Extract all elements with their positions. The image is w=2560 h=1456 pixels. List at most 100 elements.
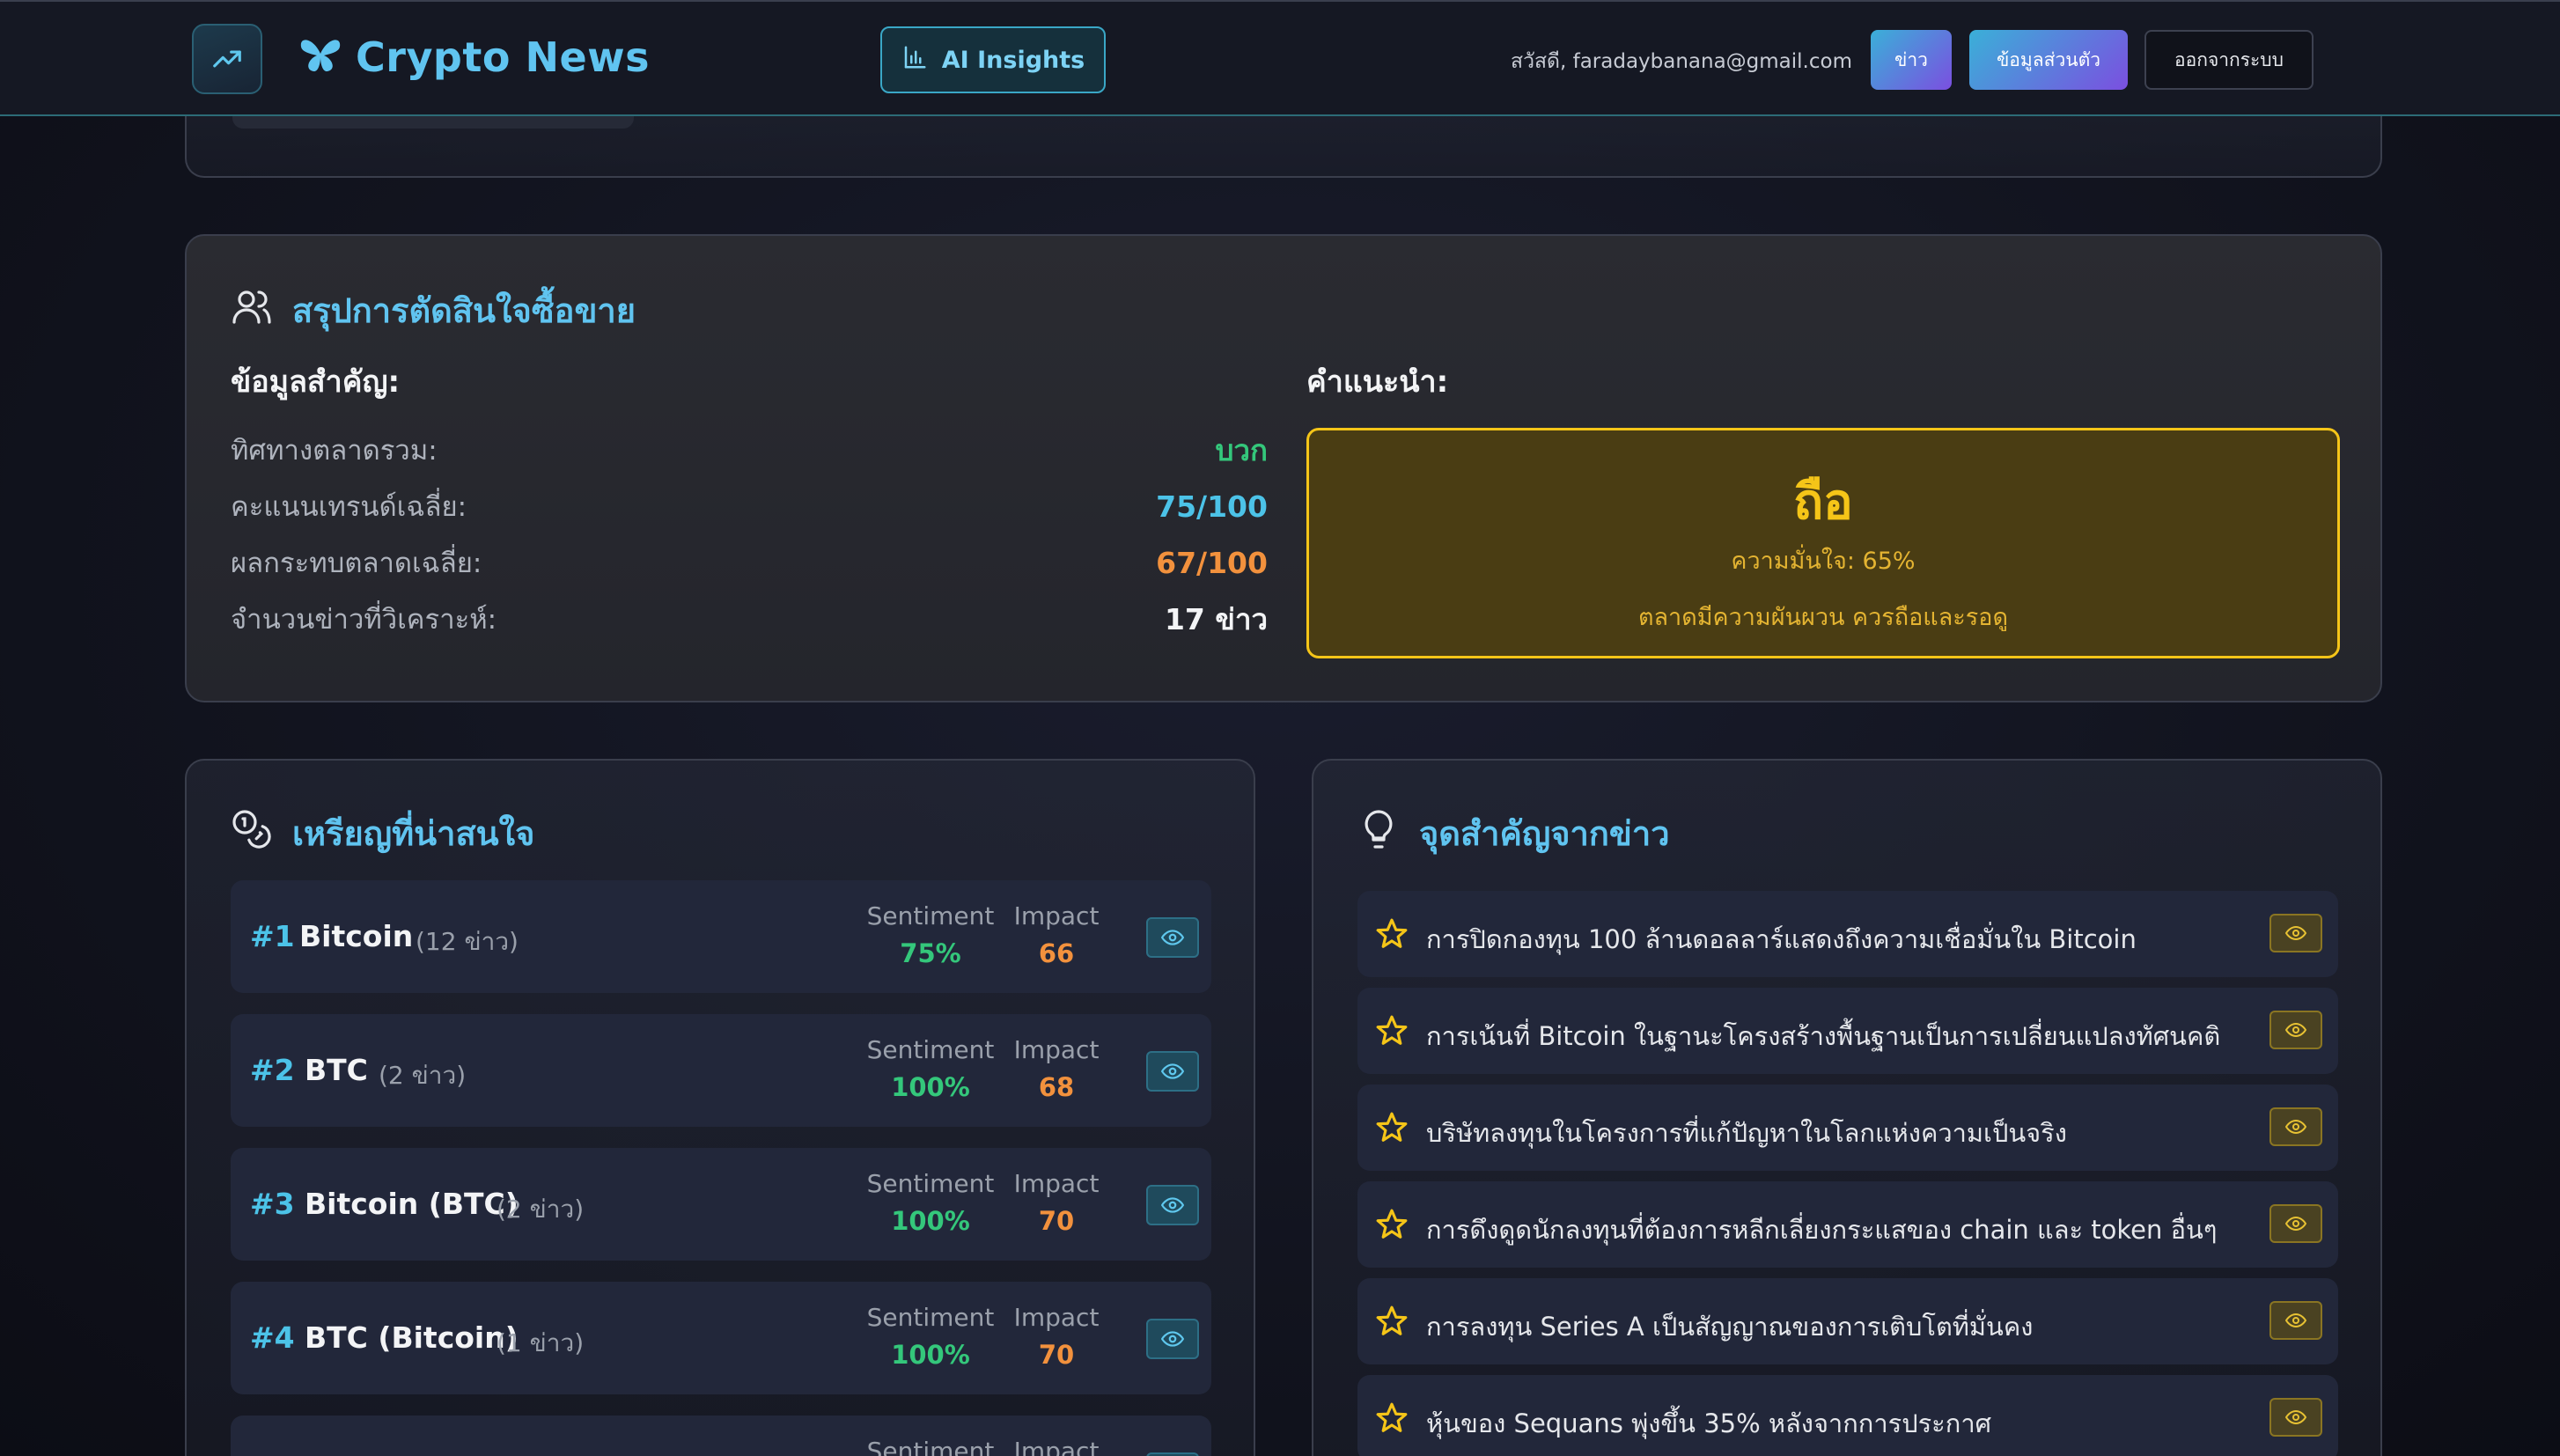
recommendation-heading: คำแนะนำ: (1306, 364, 1449, 400)
coins-icon (231, 808, 273, 858)
view-coin-button[interactable] (1146, 1051, 1199, 1092)
eye-icon (2285, 1313, 2306, 1328)
avg-trend-score-row: คะแนนเทรนด์เฉลี่ย: 75/100 (231, 486, 1268, 526)
lightbulb-icon (1357, 808, 1400, 858)
news-key-points-card: จุดสำคัญจากข่าว การปิดกองทุน 100 ล้านดอล… (1312, 759, 2382, 1456)
view-coin-button[interactable] (1146, 1185, 1199, 1225)
ai-insights-label: AI Insights (941, 46, 1085, 74)
kv-value: 75/100 (1156, 489, 1268, 524)
recommendation-action: ถือ (1793, 474, 1853, 531)
coin-row[interactable]: #4 BTC (Bitcoin) (1 ข่าว) Sentiment 100%… (231, 1282, 1211, 1394)
coin-row[interactable]: #3 Bitcoin (BTC) (2 ข่าว) Sentiment 100%… (231, 1148, 1211, 1261)
key-point-item[interactable]: การลงทุน Series A เป็นสัญญาณของการเติบโต… (1357, 1278, 2338, 1364)
key-info-heading: ข้อมูลสำคัญ: (231, 364, 401, 400)
coins-title-text: เหรียญที่น่าสนใจ (292, 814, 535, 853)
nav-profile-button[interactable]: ข้อมูลส่วนตัว (1969, 30, 2128, 90)
eye-icon (1161, 930, 1184, 945)
kv-value: 67/100 (1156, 545, 1268, 580)
top-navbar: Crypto News AI Insights สวัสดี, faradayb… (0, 0, 2560, 116)
market-direction-row: ทิศทางตลาดรวม: บวก (231, 430, 1268, 470)
recommendation-box: ถือ ความมั่นใจ: 65% ตลาดมีความผันผวน ควร… (1306, 428, 2340, 658)
avg-market-impact-row: ผลกระทบตลาดเฉลี่ย: 67/100 (231, 542, 1268, 583)
view-coin-button[interactable] (1146, 1452, 1199, 1456)
key-point-item[interactable]: การปิดกองทุน 100 ล้านดอลลาร์แสดงถึงความเ… (1357, 891, 2338, 977)
view-coin-button[interactable] (1146, 1319, 1199, 1359)
key-point-item[interactable]: การดึงดูดนักลงทุนที่ต้องการหลีกเลี่ยงกระ… (1357, 1181, 2338, 1268)
eye-icon (2285, 1022, 2306, 1038)
coin-rank: #3 (250, 1187, 295, 1221)
star-icon (1376, 1112, 1408, 1142)
eye-icon (1161, 1197, 1184, 1213)
key-point-item[interactable]: หุ้นของ Sequans พุ่งขึ้น 35% หลังจากการป… (1357, 1375, 2338, 1456)
key-point-text: การเน้นที่ Bitcoin ในฐานะโครงสร้างพื้นฐา… (1426, 1021, 2221, 1051)
key-point-text: การปิดกองทุน 100 ล้านดอลลาร์แสดงถึงความเ… (1426, 924, 2137, 954)
impact-value: 70 (1038, 1340, 1075, 1370)
coin-row[interactable]: #1 Bitcoin (12 ข่าว) Sentiment 75% Impac… (231, 880, 1211, 993)
sentiment-value: 100% (891, 1206, 970, 1236)
coin-name: BTC (305, 1053, 368, 1087)
key-point-text: การดึงดูดนักลงทุนที่ต้องการหลีกเลี่ยงกระ… (1426, 1215, 2218, 1245)
nav-news-button[interactable]: ข่าว (1871, 30, 1952, 90)
coin-news-count: (1 ข่าว) (497, 1328, 585, 1357)
impact-label: Impact (1013, 1169, 1100, 1198)
star-icon (1376, 1015, 1408, 1045)
logout-button[interactable]: ออกจากระบบ (2144, 30, 2314, 90)
kv-value: 17 ข่าว (1164, 601, 1268, 636)
impact-value: 68 (1038, 1072, 1075, 1102)
eye-icon (1161, 1331, 1184, 1347)
trending-up-icon[interactable] (192, 24, 262, 94)
key-points-title: จุดสำคัญจากข่าว (1357, 806, 1670, 860)
impact-label: Impact (1013, 1035, 1100, 1064)
users-icon (231, 285, 273, 335)
eye-icon (2285, 1216, 2306, 1232)
eye-icon (1161, 1063, 1184, 1079)
view-point-button[interactable] (2269, 914, 2322, 952)
coins-title: เหรียญที่น่าสนใจ (231, 806, 534, 860)
view-coin-button[interactable] (1146, 917, 1199, 958)
key-point-item[interactable]: การเน้นที่ Bitcoin ในฐานะโครงสร้างพื้นฐา… (1357, 988, 2338, 1074)
recommendation-note: ตลาดมีความผันผวน ควรถือและรอดู (1637, 604, 2009, 631)
trade-decision-summary-card: สรุปการตัดสินใจซื้อขาย ข้อมูลสำคัญ: ทิศท… (185, 234, 2382, 702)
kv-value: บวก (1215, 432, 1268, 467)
kv-label: ผลกระทบตลาดเฉลี่ย: (231, 548, 482, 579)
eye-icon (2285, 1409, 2306, 1425)
coin-news-count: (2 ข่าว) (497, 1195, 585, 1224)
key-point-item[interactable]: บริษัทลงทุนในโครงการที่แก้ปัญหาในโลกแห่ง… (1357, 1085, 2338, 1171)
impact-label: Impact (1013, 1437, 1100, 1456)
butterfly-logo-icon (298, 34, 343, 80)
sentiment-label: Sentiment (866, 901, 995, 930)
sentiment-label: Sentiment (866, 1169, 995, 1198)
key-points-title-text: จุดสำคัญจากข่าว (1419, 814, 1670, 853)
interesting-coins-card: เหรียญที่น่าสนใจ #1 Bitcoin (12 ข่าว) Se… (185, 759, 1255, 1456)
brand[interactable]: Crypto News (298, 26, 650, 88)
summary-title: สรุปการตัดสินใจซื้อขาย (231, 283, 636, 337)
key-point-text: การลงทุน Series A เป็นสัญญาณของการเติบโต… (1426, 1312, 2034, 1342)
summary-title-text: สรุปการตัดสินใจซื้อขาย (292, 291, 636, 330)
view-point-button[interactable] (2269, 1301, 2322, 1340)
impact-value: 66 (1038, 938, 1075, 968)
star-icon (1376, 1209, 1408, 1239)
sentiment-label: Sentiment (866, 1437, 995, 1456)
coin-name: BTC (Bitcoin) (305, 1320, 519, 1355)
ai-insights-button[interactable]: AI Insights (880, 26, 1106, 93)
bar-chart-icon (901, 44, 928, 77)
view-point-button[interactable] (2269, 1011, 2322, 1049)
news-analyzed-row: จำนวนข่าวที่วิเคราะห์: 17 ข่าว (231, 599, 1268, 639)
coin-name: Bitcoin (BTC) (305, 1187, 519, 1221)
kv-label: จำนวนข่าวที่วิเคราะห์: (231, 604, 497, 636)
coin-news-count: (12 ข่าว) (416, 927, 519, 956)
recommendation-confidence: ความมั่นใจ: 65% (1731, 548, 1916, 575)
impact-label: Impact (1013, 901, 1100, 930)
coin-row[interactable]: #2 BTC (2 ข่าว) Sentiment 100% Impact 68 (231, 1014, 1211, 1127)
impact-value: 70 (1038, 1206, 1075, 1236)
sentiment-label: Sentiment (866, 1303, 995, 1332)
coin-row[interactable]: Sentiment Impact (231, 1416, 1211, 1456)
view-point-button[interactable] (2269, 1204, 2322, 1243)
star-icon (1376, 918, 1408, 948)
eye-icon (2285, 1119, 2306, 1135)
sentiment-label: Sentiment (866, 1035, 995, 1064)
user-greeting: สวัสดี, faradaybanana@gmail.com (1511, 50, 1852, 73)
impact-label: Impact (1013, 1303, 1100, 1332)
view-point-button[interactable] (2269, 1398, 2322, 1437)
view-point-button[interactable] (2269, 1107, 2322, 1146)
